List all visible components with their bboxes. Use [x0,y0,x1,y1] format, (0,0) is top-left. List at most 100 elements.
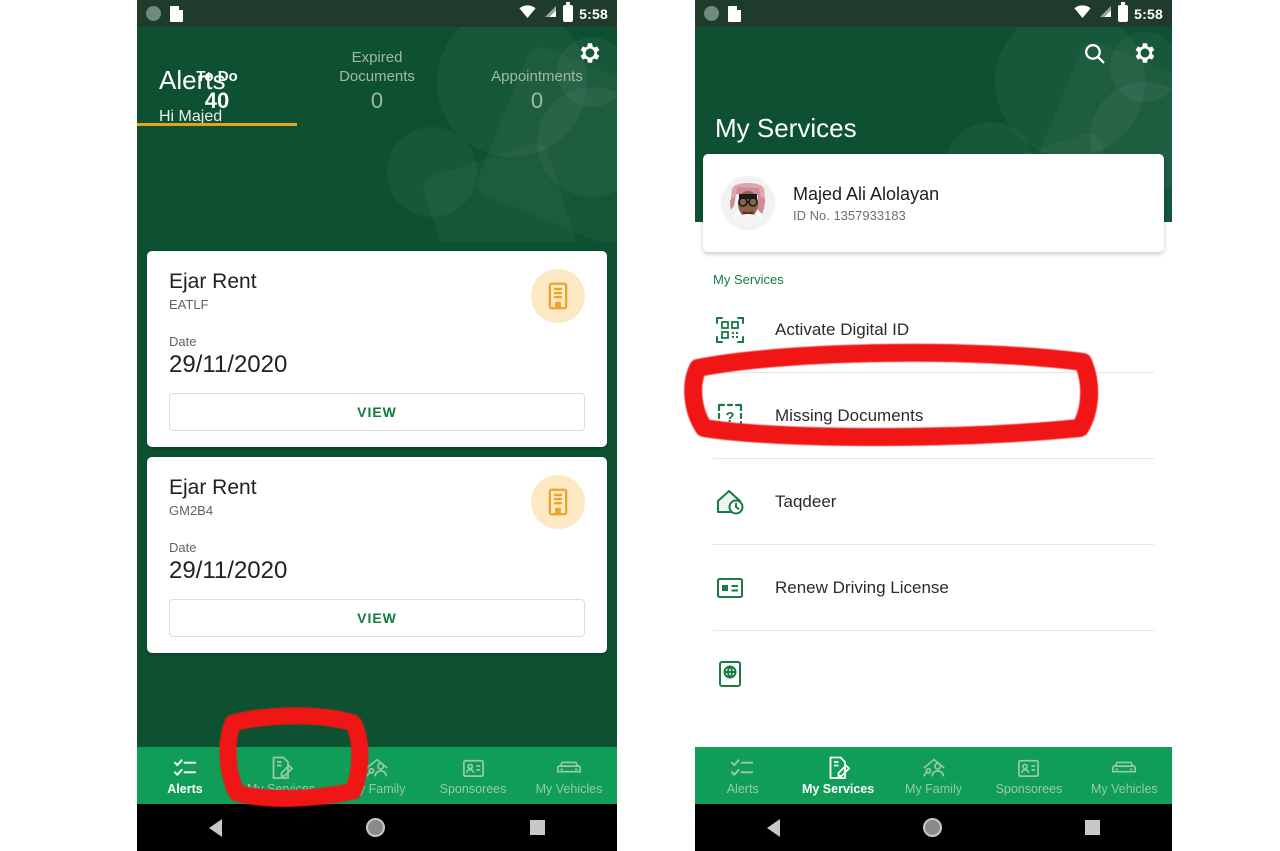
car-icon [1111,756,1137,780]
app-header-left: Alerts Hi Majed To Do 40 Expired Documen… [137,27,617,242]
nav-item-sponsorees[interactable]: Sponsorees [425,747,521,804]
service-item-label: Taqdeer [775,491,837,511]
family-icon [921,756,947,780]
id-card-icon [1016,756,1042,780]
gear-icon[interactable] [575,39,603,67]
tab-to-do-label: To Do [196,68,238,85]
android-system-nav-right [695,804,1172,851]
profile-id: ID No. 1357933183 [793,208,906,223]
services-list: Activate Digital ID ? Missing Documents [695,287,1172,716]
alert-card-title: Ejar Rent [169,476,257,499]
sd-card-icon [170,5,183,22]
nav-item-sponsorees[interactable]: Sponsorees [981,747,1076,804]
doc-pencil-icon [825,756,851,780]
signal-icon [1097,5,1112,23]
nav-item-my-vehicles[interactable]: My Vehicles [521,747,617,804]
sd-card-icon [728,5,741,22]
building-icon [531,475,585,529]
service-item-missing-documents[interactable]: ? Missing Documents [713,373,1154,458]
phone-screen-left: 5:58 Alerts Hi Majed To Do 40 Expired Do… [137,0,617,851]
signal-icon [542,5,557,23]
nav-item-my-services-label: My Services [246,781,316,796]
tab-appointments[interactable]: Appointments 0 [457,67,617,123]
wifi-icon [1074,4,1091,23]
nav-item-alerts[interactable]: Alerts [137,747,233,804]
nav-item-my-family[interactable]: My Family [329,747,425,804]
nav-item-my-vehicles[interactable]: My Vehicles [1077,747,1172,804]
nav-item-alerts[interactable]: Alerts [695,747,790,804]
alert-card-code: GM2B4 [169,503,214,518]
nav-item-alerts-label: Alerts [726,781,759,796]
nav-item-my-services-label: My Services [801,781,875,796]
status-bar-clock: 5:58 [579,5,608,22]
recents-icon[interactable] [529,820,545,835]
nav-item-my-family-label: My Family [348,781,406,796]
tab-expired-documents-value: 0 [370,88,384,113]
tab-expired-documents-label-2: Documents [339,68,415,85]
tab-to-do[interactable]: To Do 40 [137,67,297,123]
id-card-icon [460,756,486,780]
alert-card-date-label: Date [169,540,197,555]
screenshot-canvas: 5:58 Alerts Hi Majed To Do 40 Expired Do… [0,0,1280,851]
passport-icon [713,657,747,691]
status-bar-right: 5:58 [695,0,1172,27]
home-icon[interactable] [922,818,942,837]
gear-icon[interactable] [1130,39,1158,67]
nav-item-my-family[interactable]: My Family [886,747,981,804]
back-icon[interactable] [209,818,223,837]
service-item-label: Missing Documents [775,405,924,425]
wifi-icon [519,4,536,23]
alert-card[interactable]: Ejar Rent GM2B4 Date 29/11/2020 VIEW [147,457,607,653]
battery-icon [1118,2,1129,22]
alert-card-date-value: 29/11/2020 [169,557,288,584]
search-icon[interactable] [1080,39,1108,67]
tab-to-do-value: 40 [204,88,230,113]
question-box-icon: ? [713,399,747,433]
house-clock-icon [713,485,747,519]
alert-card-date-value: 29/11/2020 [169,351,288,378]
view-button[interactable]: VIEW [169,599,585,637]
license-card-icon [713,571,747,605]
alert-card-date-label: Date [169,334,197,349]
back-icon[interactable] [766,818,780,837]
nav-item-my-services[interactable]: My Services [790,747,885,804]
dot-icon [146,6,161,21]
service-item-renew-driving-license[interactable]: Renew Driving License [713,545,1154,630]
profile-card[interactable]: Majed Ali Alolayan ID No. 1357933183 [703,154,1164,252]
tab-expired-documents-label-1: Expired [351,49,403,66]
service-item-partial[interactable] [713,631,1154,716]
android-system-nav-left [137,804,617,851]
tab-appointments-label: Appointments [491,68,583,85]
nav-item-sponsorees-label: Sponsorees [995,781,1063,796]
home-icon[interactable] [366,818,386,837]
nav-item-my-family-label: My Family [905,781,962,796]
nav-item-my-services[interactable]: My Services [233,747,329,804]
bottom-nav-right: Alerts My Services My Family Sponsorees … [695,747,1172,804]
section-label-my-services: My Services [713,272,784,287]
service-item-activate-digital-id[interactable]: Activate Digital ID [713,287,1154,372]
nav-item-sponsorees-label: Sponsorees [439,781,507,796]
nav-item-my-vehicles-label: My Vehicles [1090,781,1158,796]
avatar [721,176,775,230]
alert-card-code: EATLF [169,297,209,312]
service-item-taqdeer[interactable]: Taqdeer [713,459,1154,544]
bottom-nav-left: Alerts My Services My Family Sponsorees … [137,747,617,804]
status-bar-left: 5:58 [137,0,617,27]
doc-pencil-icon [268,756,294,780]
phone-screen-right: 5:58 My Services Majed Ali Alolayan ID N… [695,0,1172,851]
family-icon [364,756,390,780]
service-item-label: Activate Digital ID [775,319,910,339]
dot-icon [704,6,719,21]
nav-item-my-vehicles-label: My Vehicles [535,781,603,796]
view-button[interactable]: VIEW [169,393,585,431]
recents-icon[interactable] [1085,820,1101,835]
checklist-icon [730,756,756,780]
alert-card[interactable]: Ejar Rent EATLF Date 29/11/2020 VIEW [147,251,607,447]
svg-text:?: ? [725,409,734,426]
tab-active-indicator [137,123,297,126]
alerts-tabs: To Do 40 Expired Documents 0 Appointment… [137,49,617,123]
profile-name: Majed Ali Alolayan [793,184,940,204]
tab-expired-documents[interactable]: Expired Documents 0 [297,49,457,123]
nav-item-alerts-label: Alerts [167,781,203,796]
building-icon [531,269,585,323]
